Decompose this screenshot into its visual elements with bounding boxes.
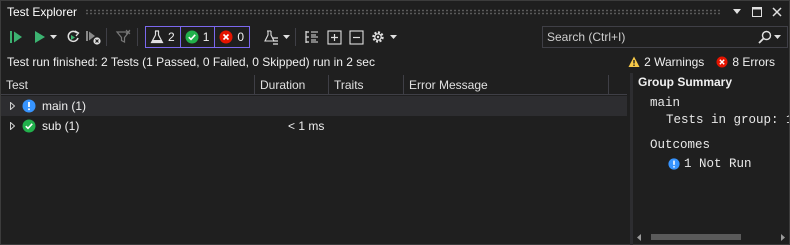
- run-status-bar: Test run finished: 2 Tests (1 Passed, 0 …: [1, 52, 789, 72]
- expand-all-icon[interactable]: [325, 26, 343, 48]
- warnings-badge[interactable]: 2 Warnings: [628, 55, 704, 69]
- toolbar: 2 1 0: [1, 23, 789, 51]
- scroll-left-icon[interactable]: [633, 231, 645, 243]
- passed-icon: [22, 119, 36, 133]
- summary-outcome-text: 1 Not Run: [684, 157, 752, 171]
- test-row-main[interactable]: main (1): [1, 96, 627, 116]
- test-explorer-window: Test Explorer 2 1 0 Search (Ctrl+I) Test…: [0, 0, 790, 245]
- settings-dropdown-icon[interactable]: [389, 26, 397, 48]
- search-options-dropdown-icon[interactable]: [774, 35, 781, 39]
- run-dropdown-icon[interactable]: [49, 26, 57, 48]
- expand-chevron-icon[interactable]: [10, 102, 18, 110]
- summary-horizontal-scrollbar[interactable]: [633, 231, 789, 243]
- run-status-message: Test run finished: 2 Tests (1 Passed, 0 …: [7, 55, 375, 69]
- failed-tests-filter[interactable]: 0: [215, 27, 249, 47]
- summary-title: Group Summary: [638, 75, 733, 89]
- not-run-icon: [668, 158, 680, 170]
- summary-test-count: Tests in group: 1: [666, 113, 789, 127]
- passed-count: 1: [202, 30, 210, 44]
- window-position-dropdown-icon[interactable]: [729, 4, 745, 20]
- passed-tests-filter[interactable]: 1: [181, 27, 216, 47]
- errors-badge[interactable]: 8 Errors: [716, 55, 775, 69]
- group-by-icon[interactable]: [303, 26, 321, 48]
- total-count: 2: [168, 30, 175, 44]
- failed-count: 0: [237, 30, 245, 44]
- test-list: Test Duration Traits Error Message main …: [1, 75, 627, 244]
- search-box: [542, 26, 788, 48]
- group-summary-panel: Group Summary main Tests in group: 1 Out…: [633, 73, 789, 231]
- run-all-tests-icon[interactable]: [9, 26, 25, 48]
- warning-icon: [628, 56, 640, 67]
- title-bar: Test Explorer: [1, 1, 789, 23]
- column-header-error-message[interactable]: Error Message: [404, 75, 609, 95]
- title-grip[interactable]: [85, 9, 721, 15]
- toolbar-separator: [295, 28, 297, 46]
- summary-group-name: main: [650, 96, 681, 110]
- expand-chevron-icon[interactable]: [10, 122, 18, 130]
- scrollbar-track[interactable]: [645, 231, 777, 243]
- search-input[interactable]: [543, 27, 758, 47]
- not-run-icon: [22, 99, 36, 113]
- test-name: main (1): [42, 99, 87, 113]
- column-header-traits[interactable]: Traits: [329, 75, 404, 95]
- summary-outcomes-label: Outcomes: [650, 138, 711, 152]
- scroll-right-icon[interactable]: [777, 231, 789, 243]
- failed-icon: [219, 30, 233, 44]
- window-title: Test Explorer: [7, 5, 78, 19]
- cancel-run-icon[interactable]: [85, 26, 101, 48]
- run-icon[interactable]: [33, 26, 47, 48]
- toolbar-separator: [106, 28, 107, 46]
- column-header-duration[interactable]: Duration: [255, 75, 329, 95]
- repeat-last-run-icon[interactable]: [65, 26, 81, 48]
- test-duration: < 1 ms: [288, 119, 325, 133]
- toolbar-separator: [137, 28, 138, 46]
- outcome-filter-group: 2 1 0: [145, 26, 251, 48]
- collapse-all-icon[interactable]: [347, 26, 365, 48]
- error-icon: [716, 56, 728, 68]
- scrollbar-thumb[interactable]: [651, 234, 741, 240]
- close-icon[interactable]: [769, 4, 785, 20]
- total-tests-filter[interactable]: 2: [146, 27, 181, 47]
- playlist-dropdown-icon[interactable]: [282, 26, 290, 48]
- errors-count: 8 Errors: [732, 55, 775, 69]
- maximize-icon[interactable]: [749, 4, 765, 20]
- summary-outcome-item[interactable]: 1 Not Run: [668, 157, 752, 171]
- grid-header: Test Duration Traits Error Message: [1, 75, 627, 95]
- passed-icon: [185, 30, 199, 44]
- playlist-icon[interactable]: [262, 26, 280, 48]
- test-row-sub[interactable]: sub (1) < 1 ms: [1, 116, 627, 136]
- test-name: sub (1): [42, 119, 80, 133]
- column-header-test[interactable]: Test: [1, 75, 255, 95]
- warnings-count: 2 Warnings: [644, 55, 705, 69]
- settings-gear-icon[interactable]: [369, 26, 387, 48]
- filter-icon[interactable]: [114, 26, 132, 48]
- search-icon[interactable]: [758, 30, 772, 44]
- flask-icon: [150, 30, 164, 44]
